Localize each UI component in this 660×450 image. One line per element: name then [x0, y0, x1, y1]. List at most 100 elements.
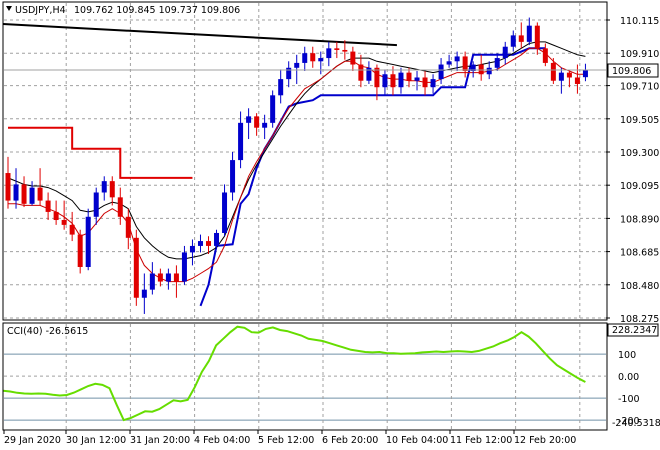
candle-body — [350, 51, 356, 65]
price-tick-label: 108.275 — [620, 314, 659, 325]
candle-body — [446, 61, 452, 65]
time-tick-label: 31 Jan 20:00 — [130, 435, 190, 446]
candle-body — [21, 184, 27, 204]
candle-body — [69, 224, 75, 235]
candle-body — [422, 77, 428, 88]
candle-body — [262, 122, 268, 128]
candle-body — [181, 252, 187, 282]
price-chart-window[interactable]: 110.115 109.910 109.710 109.505 109.300 109.0… — [0, 0, 660, 450]
cci-line — [2, 325, 586, 422]
candle-body — [550, 62, 556, 81]
candle-body — [574, 77, 580, 84]
candle-body — [37, 187, 43, 201]
candle-body — [582, 70, 588, 78]
price-tick-label: 109.095 — [620, 181, 659, 192]
trend-segment — [2, 23, 397, 47]
candle-body — [109, 181, 115, 198]
time-tick-label: 10 Feb 04:00 — [386, 435, 448, 446]
time-tick-label: 11 Feb 12:00 — [450, 435, 512, 446]
candle-body — [502, 46, 508, 59]
candle-body — [45, 200, 51, 212]
ohlc-label: 109.762 109.845 109.737 109.806 — [74, 5, 240, 16]
price-tick-label: 109.505 — [620, 115, 659, 126]
candle-body — [454, 56, 460, 62]
candle-body — [157, 273, 163, 282]
candle-body — [486, 67, 492, 75]
price-tick-label: 110.115 — [620, 16, 659, 27]
candle-body — [374, 67, 380, 88]
candle-body — [310, 53, 316, 62]
price-tick-label: 108.685 — [620, 248, 659, 259]
candle-body — [246, 116, 252, 123]
candle-body — [141, 289, 147, 298]
cci-bottom-badge-label: -240.5318 — [612, 418, 660, 429]
cci-tick-label: -100 — [618, 394, 640, 405]
price-tick-label: 109.300 — [620, 148, 659, 159]
cci-top-badge-label: 228.2347 — [612, 325, 657, 336]
cci-tick-label: 0.00 — [618, 372, 639, 383]
time-tick-label: 5 Feb 12:00 — [258, 435, 314, 446]
candle-body — [254, 116, 260, 128]
candle-body — [173, 273, 179, 282]
time-tick-label: 29 Jan 2020 — [4, 435, 61, 446]
candle-body — [382, 74, 388, 88]
price-tick-label: 108.890 — [620, 214, 659, 225]
candle-body — [197, 241, 203, 246]
candle-body — [462, 56, 468, 72]
candle-body — [358, 64, 364, 81]
candle-body — [326, 48, 332, 59]
candle-body — [526, 25, 532, 42]
time-tick-label: 30 Jan 12:00 — [66, 435, 126, 446]
price-badge: 109.806 — [607, 63, 659, 78]
candle-body — [214, 232, 220, 246]
candle-body — [342, 49, 348, 52]
candle-body — [189, 245, 195, 253]
price-badge-label: 109.806 — [612, 66, 651, 77]
candle-body — [270, 95, 276, 123]
price-tick-label: 109.710 — [620, 82, 659, 93]
cci-header-label: CCI(40) -26.5615 — [7, 326, 88, 337]
candle-body — [334, 48, 340, 50]
candlesticks — [5, 17, 588, 314]
candle-body — [294, 62, 300, 68]
candle-body — [566, 72, 572, 78]
cci-tick-label: 100 — [618, 350, 636, 361]
candle-body — [542, 48, 548, 63]
candle-body — [238, 122, 244, 161]
candle-body — [518, 35, 524, 42]
price-tick-label: 108.480 — [620, 281, 659, 292]
candle-body — [149, 273, 155, 290]
candle-body — [390, 74, 396, 88]
header: USDJPY,H4 109.762 109.845 109.737 109.80… — [6, 5, 240, 16]
candle-body — [534, 25, 540, 49]
cci-bottom-badge: -240.5318 — [612, 418, 660, 429]
candle-body — [286, 67, 292, 80]
candle-body — [85, 216, 91, 267]
candle-body — [53, 211, 59, 221]
candle-body — [430, 79, 436, 88]
trend-line[interactable] — [2, 23, 397, 47]
symbol-label: USDJPY,H4 — [15, 5, 66, 16]
time-tick-label: 6 Feb 20:00 — [322, 435, 378, 446]
candle-body — [61, 220, 67, 225]
time-tick-label: 12 Feb 20:00 — [514, 435, 576, 446]
time-tick-label: 4 Feb 04:00 — [194, 435, 250, 446]
candle-body — [278, 79, 284, 96]
candle-body — [133, 237, 139, 298]
candle-body — [117, 197, 123, 217]
red-stop-line — [8, 126, 193, 179]
candle-body — [510, 35, 516, 47]
candle-body — [125, 216, 131, 238]
time-axis: 29 Jan 2020 30 Jan 12:00 31 Jan 20:00 4 Feb… — [3, 430, 576, 446]
price-axis: 110.115 109.910 109.710 109.505 109.300 109.0… — [606, 16, 659, 325]
blue-stop-line — [199, 47, 546, 307]
cci-top-badge: 228.2347 — [607, 323, 659, 337]
candle-body — [318, 58, 324, 62]
candle-body — [165, 273, 171, 282]
candle-body — [494, 58, 500, 68]
candle-body — [558, 72, 564, 81]
cci-series — [2, 325, 586, 422]
price-tick-label: 109.910 — [620, 49, 659, 60]
candle-body — [406, 72, 412, 81]
candle-body — [29, 187, 35, 204]
